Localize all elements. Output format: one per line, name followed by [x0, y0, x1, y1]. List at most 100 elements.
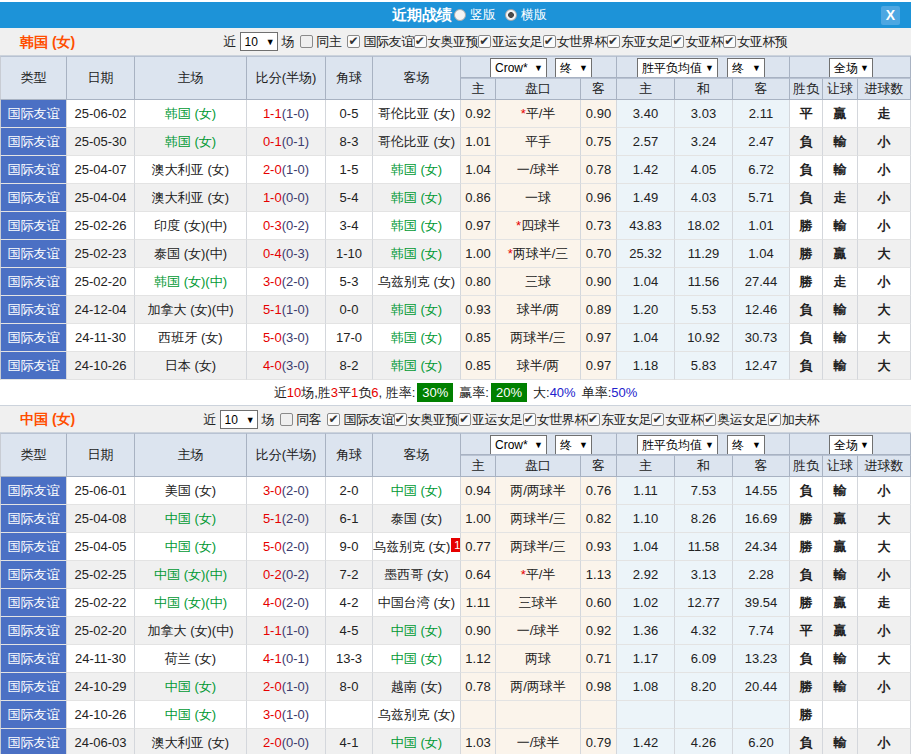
match-competition: 国际友谊 — [0, 296, 67, 324]
avg-select[interactable]: 胜平负均值▼ — [637, 435, 718, 455]
header-col-away: 客场 — [373, 56, 461, 100]
competition-checkbox[interactable] — [347, 35, 360, 48]
match-score: 3-0(2-0) — [247, 477, 326, 505]
avg-draw-value: 18.02 — [675, 212, 733, 240]
home-team-name: 泰国 (女)(中) — [154, 246, 227, 261]
odds-home-value: 0.85 — [461, 324, 496, 352]
halftime-score: (2-0) — [282, 539, 309, 554]
radio-vertical-label[interactable]: 竖版 — [470, 6, 496, 24]
final-select-2[interactable]: 终▼ — [727, 58, 765, 78]
result-value: 勝 — [790, 533, 823, 561]
competition-label: 东亚女足 — [601, 411, 651, 429]
fulltime-score: 2-0 — [263, 162, 282, 177]
final-select[interactable]: 终▼ — [555, 435, 592, 455]
competition-checkbox[interactable] — [723, 35, 736, 48]
competition-checkbox[interactable] — [543, 35, 556, 48]
scope-select[interactable]: 全场▼ — [829, 435, 873, 455]
competition-checkbox[interactable] — [458, 413, 471, 426]
goals-result-value: 大 — [858, 533, 911, 561]
avg-draw-value: 8.26 — [675, 505, 733, 533]
home-team-name: 澳大利亚 (女) — [152, 162, 229, 177]
table-row: 国际友谊25-06-02韩国 (女)1-1(1-0)0-5哥伦比亚 (女)0.9… — [0, 100, 911, 128]
goals-result-value: 大 — [858, 296, 911, 324]
select-value: 终 — [560, 60, 572, 77]
home-team: 中国 (女)(中) — [135, 561, 247, 589]
table-row: 国际友谊25-04-08中国 (女)5-1(2-0)6-1泰国 (女)1.00两… — [0, 505, 911, 533]
radio-vertical[interactable] — [454, 9, 466, 21]
result-value: 勝 — [790, 701, 823, 729]
match-date: 25-02-25 — [67, 561, 135, 589]
competition-checkbox[interactable] — [607, 35, 620, 48]
odds-home-value: 1.12 — [461, 645, 496, 673]
competition-checkbox[interactable] — [523, 413, 536, 426]
home-team-name: 中国 (女)(中) — [154, 567, 227, 582]
match-count-value: 10 — [245, 35, 258, 49]
goals-result-value: 小 — [858, 617, 911, 645]
final-select[interactable]: 终▼ — [555, 58, 592, 78]
handicap-result-value: 輸 — [823, 296, 858, 324]
company-select[interactable]: Crow*▼ — [490, 58, 547, 78]
competition-checkbox[interactable] — [478, 35, 491, 48]
table-row: 国际友谊24-06-03澳大利亚 (女)2-0(0-0)4-1中国 (女)1.0… — [0, 729, 911, 754]
company-select[interactable]: Crow*▼ — [490, 435, 547, 455]
handicap-text: 两/两球半 — [510, 483, 566, 498]
final-select-2[interactable]: 终▼ — [727, 435, 765, 455]
match-count-select[interactable]: 10▼ — [220, 410, 258, 429]
result-value: 負 — [790, 352, 823, 380]
odds-home-value: 0.94 — [461, 477, 496, 505]
same-venue-checkbox[interactable] — [280, 413, 293, 426]
competition-label: 奥运女足 — [717, 411, 767, 429]
competition-checkbox[interactable] — [703, 413, 716, 426]
handicap-result-value: 走 — [823, 268, 858, 296]
competition-checkbox[interactable] — [414, 35, 427, 48]
header-odds-away: 客 — [581, 78, 617, 100]
select-value: 全场 — [834, 437, 858, 454]
avg-away-value: 1.04 — [733, 240, 790, 268]
competition-checkbox[interactable] — [651, 413, 664, 426]
header-odds-home: 主 — [461, 78, 496, 100]
away-team-name: 泰国 (女) — [391, 511, 442, 526]
competition-checkbox[interactable] — [587, 413, 600, 426]
competition-name: 国际友谊 — [1, 212, 66, 239]
scope-select[interactable]: 全场▼ — [829, 58, 873, 78]
handicap-value: 一/球半 — [496, 729, 581, 754]
home-team: 美国 (女) — [135, 477, 247, 505]
competition-name: 国际友谊 — [1, 240, 66, 267]
radio-horizontal-label[interactable]: 横版 — [521, 6, 547, 24]
header-odds-home: 主 — [461, 455, 496, 477]
competition-checkbox[interactable] — [394, 413, 407, 426]
corner-score: 4-2 — [326, 589, 373, 617]
away-team: 墨西哥 (女) — [373, 561, 461, 589]
competition-checkbox[interactable] — [327, 413, 340, 426]
summary-text: 场,胜 — [301, 384, 331, 402]
header-col-score: 比分(半场) — [247, 56, 326, 100]
avg-select[interactable]: 胜平负均值▼ — [637, 58, 718, 78]
odds-home-value: 0.80 — [461, 268, 496, 296]
match-date: 24-06-03 — [67, 729, 135, 754]
competition-label: 国际友谊 — [363, 33, 413, 51]
goals-result-value: 小 — [858, 477, 911, 505]
competition-checkbox[interactable] — [768, 413, 781, 426]
odds-away-value: 0.90 — [581, 100, 617, 128]
same-venue-checkbox[interactable] — [300, 35, 313, 48]
goals-result-value: 大 — [858, 352, 911, 380]
corner-score: 0-5 — [326, 100, 373, 128]
handicap-value: 两/两球半 — [496, 673, 581, 701]
close-icon[interactable]: X — [881, 6, 900, 25]
corner-score: 0-0 — [326, 296, 373, 324]
away-team: 韩国 (女) — [373, 184, 461, 212]
avg-draw-value: 4.26 — [675, 729, 733, 754]
radio-horizontal[interactable] — [505, 9, 517, 21]
match-competition: 国际友谊 — [0, 156, 67, 184]
title-bar: 近期战绩 竖版 横版 X — [0, 2, 911, 28]
match-date: 24-12-04 — [67, 296, 135, 324]
competition-checkbox[interactable] — [671, 35, 684, 48]
halftime-score: (2-0) — [282, 511, 309, 526]
match-count-select[interactable]: 10▼ — [240, 32, 278, 51]
away-team-name: 韩国 (女) — [391, 358, 442, 373]
odds-home-value: 1.03 — [461, 729, 496, 754]
halftime-score: (2-0) — [282, 483, 309, 498]
avg-away-value: 7.74 — [733, 617, 790, 645]
avg-draw-value: 3.03 — [675, 100, 733, 128]
home-team: 中国 (女) — [135, 533, 247, 561]
